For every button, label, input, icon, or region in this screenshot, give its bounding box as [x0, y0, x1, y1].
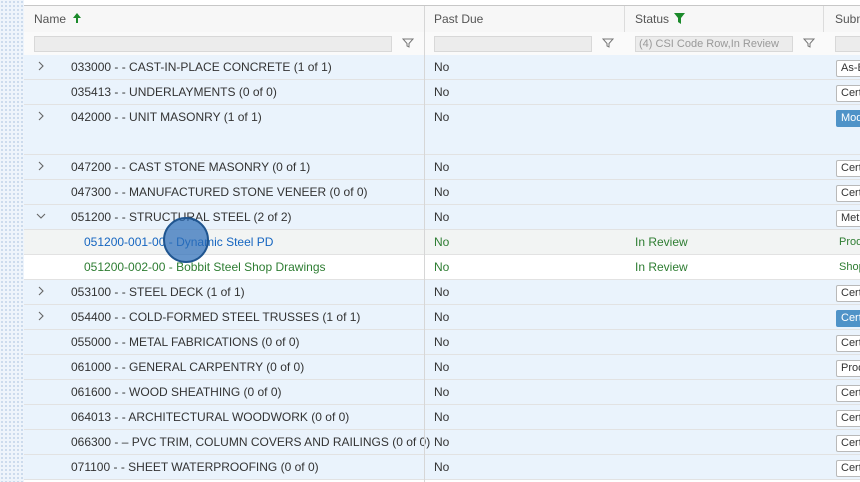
table-row[interactable]: 054400 - - COLD-FORMED STEEL TRUSSES (1 …: [24, 305, 860, 330]
table-row[interactable]: 042000 - - UNIT MASONRY (1 of 1) No Mod: [24, 105, 860, 155]
row-past-due: No: [434, 160, 450, 174]
row-type-badge: Cert: [836, 310, 860, 327]
past-due-filter-input[interactable]: [434, 36, 592, 52]
chevron-right-icon[interactable]: [36, 311, 46, 321]
column-header-status-label: Status: [635, 12, 670, 26]
grid-header: Name Past Due Status Subm: [24, 6, 860, 32]
row-type-badge: Prod: [836, 360, 860, 377]
row-name: 061000 - - GENERAL CARPENTRY (0 of 0): [71, 360, 305, 374]
row-type-badge: Cert: [836, 160, 860, 177]
row-type-badge: Mod: [836, 110, 860, 127]
row-type-badge: Cert: [836, 385, 860, 402]
row-type-label: Prod: [839, 236, 860, 248]
row-name: 053100 - - STEEL DECK (1 of 1): [71, 285, 245, 299]
column-header-past-due[interactable]: Past Due: [434, 6, 483, 32]
row-past-due: No: [434, 360, 450, 374]
row-past-due: No: [434, 435, 450, 449]
row-name: 064013 - - ARCHITECTURAL WOODWORK (0 of …: [71, 410, 350, 424]
row-name: 047300 - - MANUFACTURED STONE VENEER (0 …: [71, 185, 368, 199]
row-name: 055000 - - METAL FABRICATIONS (0 of 0): [71, 335, 300, 349]
filter-row: (4) CSI Code Row,In Review: [24, 32, 860, 56]
table-row[interactable]: 051200-001-00 - Dynamic Steel PD No In R…: [24, 230, 860, 255]
column-divider: [424, 6, 425, 482]
name-filter-input[interactable]: [34, 36, 392, 52]
table-row[interactable]: 061600 - - WOOD SHEATHING (0 of 0) No Ce…: [24, 380, 860, 405]
row-past-due: No: [434, 260, 450, 274]
row-past-due: No: [434, 410, 450, 424]
row-past-due: No: [434, 385, 450, 399]
row-past-due: No: [434, 185, 450, 199]
row-type-badge: Cert: [836, 410, 860, 427]
submittal-filter-input[interactable]: [835, 36, 860, 52]
table-row[interactable]: 035413 - - UNDERLAYMENTS (0 of 0) No Cer…: [24, 80, 860, 105]
chevron-right-icon[interactable]: [36, 286, 46, 296]
table-row[interactable]: 051200 - - STRUCTURAL STEEL (2 of 2) No …: [24, 205, 860, 230]
table-row[interactable]: 053100 - - STEEL DECK (1 of 1) No Cert: [24, 280, 860, 305]
row-name: 042000 - - UNIT MASONRY (1 of 1): [71, 110, 262, 124]
row-type-badge: As-B: [836, 60, 860, 77]
table-row[interactable]: 047200 - - CAST STONE MASONRY (0 of 1) N…: [24, 155, 860, 180]
row-type-badge: Cert: [836, 335, 860, 352]
chevron-right-icon[interactable]: [36, 111, 46, 121]
row-type-badge: Met: [836, 210, 860, 227]
column-header-submittal[interactable]: Subm: [835, 6, 860, 32]
chevron-right-icon[interactable]: [36, 161, 46, 171]
submittal-link[interactable]: 051200-002-00 - Bobbit Steel Shop Drawin…: [84, 255, 326, 280]
row-past-due: No: [434, 60, 450, 74]
status-filter-icon[interactable]: [803, 37, 815, 49]
click-indicator: [163, 217, 209, 263]
row-past-due: No: [434, 85, 450, 99]
status-filter-input[interactable]: (4) CSI Code Row,In Review: [635, 36, 793, 52]
row-status: In Review: [635, 260, 688, 274]
chevron-down-icon[interactable]: [36, 211, 46, 221]
column-header-name-label: Name: [34, 12, 67, 26]
past-due-filter-icon[interactable]: [602, 37, 614, 49]
row-past-due: No: [434, 460, 450, 474]
row-name: 061600 - - WOOD SHEATHING (0 of 0): [71, 385, 282, 399]
row-name: 054400 - - COLD-FORMED STEEL TRUSSES (1 …: [71, 310, 361, 324]
left-panel-edge: [0, 0, 24, 482]
row-past-due: No: [434, 235, 450, 249]
row-name: 047200 - - CAST STONE MASONRY (0 of 1): [71, 160, 311, 174]
row-past-due: No: [434, 335, 450, 349]
column-header-submittal-label: Subm: [835, 12, 860, 26]
status-filter-active-icon[interactable]: [674, 13, 686, 24]
row-name: 066300 - – PVC TRIM, COLUMN COVERS AND R…: [71, 435, 431, 449]
column-header-past-due-label: Past Due: [434, 12, 484, 26]
sort-ascending-icon[interactable]: [72, 12, 82, 24]
row-past-due: No: [434, 285, 450, 299]
row-type-badge: Cert: [836, 460, 860, 477]
row-name: 035413 - - UNDERLAYMENTS (0 of 0): [71, 85, 277, 99]
row-type-badge: Cert: [836, 285, 860, 302]
row-type-badge: Cert: [836, 435, 860, 452]
row-past-due: No: [434, 310, 450, 324]
table-row[interactable]: 051200-002-00 - Bobbit Steel Shop Drawin…: [24, 255, 860, 280]
table-row[interactable]: 047300 - - MANUFACTURED STONE VENEER (0 …: [24, 180, 860, 205]
table-row[interactable]: 064013 - - ARCHITECTURAL WOODWORK (0 of …: [24, 405, 860, 430]
table-row[interactable]: 061000 - - GENERAL CARPENTRY (0 of 0) No…: [24, 355, 860, 380]
row-past-due: No: [434, 110, 450, 124]
column-header-name[interactable]: Name: [34, 6, 82, 32]
row-name: 071100 - - SHEET WATERPROOFING (0 of 0): [71, 460, 319, 474]
row-type-badge: Cert: [836, 185, 860, 202]
row-past-due: No: [434, 210, 450, 224]
row-type-label: Shop: [839, 261, 860, 273]
header-separator[interactable]: [823, 6, 824, 32]
column-header-status[interactable]: Status: [635, 6, 686, 32]
header-separator[interactable]: [624, 6, 625, 32]
table-row[interactable]: 033000 - - CAST-IN-PLACE CONCRETE (1 of …: [24, 55, 860, 80]
row-name: 033000 - - CAST-IN-PLACE CONCRETE (1 of …: [71, 60, 332, 74]
table-row[interactable]: 066300 - – PVC TRIM, COLUMN COVERS AND R…: [24, 430, 860, 455]
name-filter-icon[interactable]: [402, 37, 414, 49]
table-row[interactable]: 055000 - - METAL FABRICATIONS (0 of 0) N…: [24, 330, 860, 355]
chevron-right-icon[interactable]: [36, 61, 46, 71]
row-type-badge: Cert: [836, 85, 860, 102]
row-status: In Review: [635, 235, 688, 249]
table-row[interactable]: 071100 - - SHEET WATERPROOFING (0 of 0) …: [24, 455, 860, 480]
submittals-grid: Name Past Due Status Subm (4) CSI Cod: [24, 0, 860, 482]
